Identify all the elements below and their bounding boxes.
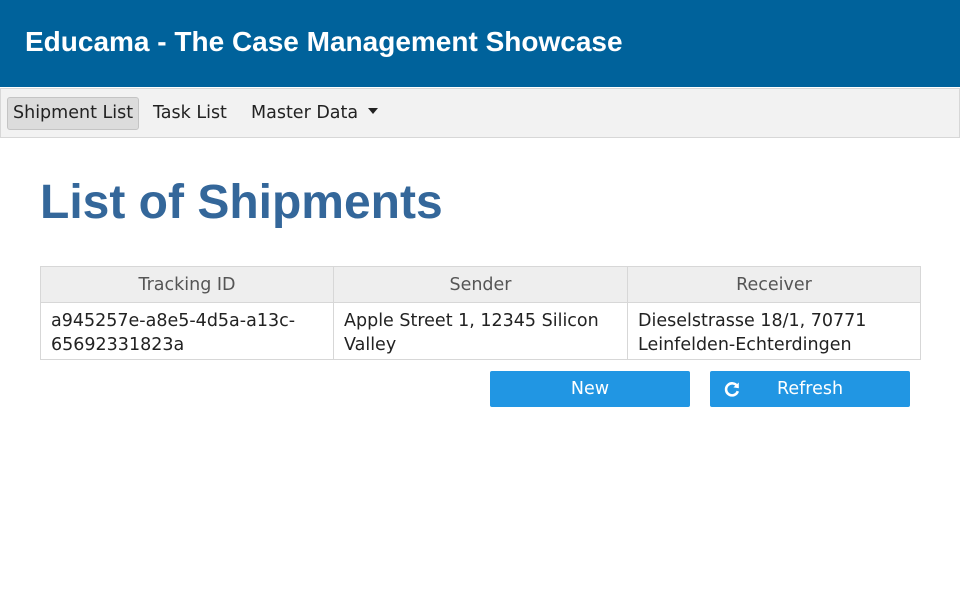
column-header-sender[interactable]: Sender: [333, 266, 628, 303]
menu-item-label: Master Data: [251, 103, 359, 123]
cell-tracking-id[interactable]: a945257e-a8e5-4d5a-a13c-65692331823a: [40, 302, 334, 360]
caret-down-icon: [368, 108, 379, 114]
cell-receiver[interactable]: Dieselstrasse 18/1, 70771 Leinfelden-Ech…: [627, 302, 921, 360]
app-header: Educama - The Case Management Showcase: [0, 0, 960, 87]
menu-item-label: Task List: [153, 103, 227, 123]
app-title: Educama - The Case Management Showcase: [25, 26, 623, 57]
table-row[interactable]: a945257e-a8e5-4d5a-a13c-65692331823a App…: [40, 302, 921, 360]
menu-item-shipment-list[interactable]: Shipment List: [7, 97, 140, 130]
menu-item-label: Shipment List: [13, 103, 134, 123]
menu-bar: Shipment List Task List Master Data: [0, 88, 960, 138]
menu-item-task-list[interactable]: Task List: [148, 97, 232, 130]
column-header-receiver[interactable]: Receiver: [627, 266, 921, 303]
new-button-label: New: [570, 379, 610, 399]
column-header-tracking-id[interactable]: Tracking ID: [40, 266, 334, 303]
page-title: List of Shipments: [40, 176, 443, 229]
cell-sender[interactable]: Apple Street 1, 12345 Silicon Valley: [333, 302, 628, 360]
refresh-button[interactable]: Refresh: [710, 371, 910, 407]
refresh-icon: [724, 382, 740, 397]
menu-item-master-data[interactable]: Master Data: [246, 97, 383, 130]
table-header-row: Tracking ID Sender Receiver: [40, 266, 921, 303]
new-button[interactable]: New: [490, 371, 690, 407]
shipments-table: Tracking ID Sender Receiver a945257e-a8e…: [40, 266, 921, 360]
refresh-button-label: Refresh: [776, 379, 844, 399]
